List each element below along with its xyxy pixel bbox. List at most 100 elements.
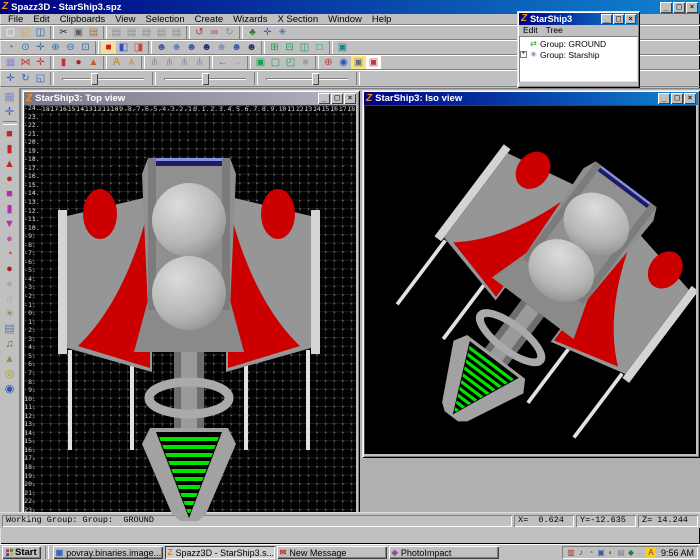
minimize-button[interactable]: _: [660, 2, 672, 13]
redo-icon[interactable]: ↻: [222, 26, 237, 39]
copy-node-icon[interactable]: ▢: [268, 56, 283, 69]
world-icon[interactable]: ◉: [2, 382, 18, 396]
maximize-button[interactable]: □: [613, 14, 624, 24]
detail-slider-1[interactable]: [60, 72, 146, 86]
red-cube-icon[interactable]: ■: [101, 41, 116, 54]
tree-item-1[interactable]: +✳Group: Starship: [520, 49, 637, 60]
checker-sphere-icon[interactable]: ◔: [2, 247, 18, 261]
menu-wizards[interactable]: Wizards: [228, 14, 272, 25]
axis-widget-icon[interactable]: ✛: [260, 26, 275, 39]
close-button[interactable]: ×: [344, 93, 356, 104]
gray-cube-icon[interactable]: ■: [298, 56, 313, 69]
tray-volume-icon[interactable]: ♪: [576, 547, 586, 558]
mini-grid-icon[interactable]: ▦: [2, 90, 18, 104]
menu-tree[interactable]: Tree: [542, 25, 567, 35]
menu-window[interactable]: Window: [323, 14, 367, 25]
hierarchy-4-icon[interactable]: ⋔: [192, 56, 207, 69]
view-top-icon[interactable]: ☻: [214, 41, 229, 54]
close-button[interactable]: ×: [686, 2, 698, 13]
view-hat-icon[interactable]: ☻: [199, 41, 214, 54]
menu-file[interactable]: File: [3, 14, 28, 25]
rotate-tool-icon[interactable]: ↻: [18, 72, 33, 85]
crosshair-icon[interactable]: ✛: [33, 56, 48, 69]
zoom-out-icon[interactable]: ⊖: [63, 41, 78, 54]
axis-rotate-icon[interactable]: ✳: [275, 26, 290, 39]
zoom-tool-icon[interactable]: ⊙: [18, 41, 33, 54]
expand-icon[interactable]: +: [520, 51, 527, 58]
undo-icon[interactable]: ↺: [192, 26, 207, 39]
flame-icon[interactable]: ▲: [86, 56, 101, 69]
paste-special-3-icon[interactable]: ▤: [139, 26, 154, 39]
indent-sphere-icon[interactable]: ●: [2, 262, 18, 276]
minimize-button[interactable]: _: [318, 93, 330, 104]
view-front-icon[interactable]: ☻: [154, 41, 169, 54]
taskbar-button-new-message[interactable]: ✉New Message: [277, 546, 387, 559]
cut-icon[interactable]: ✂: [56, 26, 71, 39]
new-view-window-icon[interactable]: ▣: [335, 41, 350, 54]
iso-view-canvas[interactable]: [364, 105, 696, 454]
material-cube-icon[interactable]: ◧: [116, 41, 131, 54]
backdrop-icon[interactable]: ▤: [2, 322, 18, 336]
viewpoint-icon[interactable]: ◎: [2, 367, 18, 381]
cone-primitive-icon[interactable]: ▲: [2, 157, 18, 171]
paste-special-2-icon[interactable]: ▤: [124, 26, 139, 39]
menu-selection[interactable]: Selection: [141, 14, 190, 25]
extrude-icon[interactable]: ▮: [56, 56, 71, 69]
close-button[interactable]: ×: [684, 93, 696, 104]
cylinder-magenta-icon[interactable]: ▮: [2, 202, 18, 216]
forward-arrow-icon[interactable]: →: [230, 56, 245, 69]
hierarchy-1-icon[interactable]: ⋔: [147, 56, 162, 69]
detail-slider-2[interactable]: [162, 72, 248, 86]
taskbar-button-spazz3d-starship3-s[interactable]: ZSpazz3D - StarShip3.s...: [165, 546, 275, 559]
orbit-view-icon[interactable]: ◔: [3, 41, 18, 54]
minimize-button[interactable]: _: [601, 14, 612, 24]
pyramid-magenta-icon[interactable]: ▼: [2, 217, 18, 231]
view-back-icon[interactable]: ☻: [169, 41, 184, 54]
tray-display-icon[interactable]: ▣: [596, 547, 606, 558]
help-lifesaver-icon[interactable]: ⊕: [321, 56, 336, 69]
red-glasses-icon[interactable]: ∞: [207, 26, 222, 39]
back-arrow-icon[interactable]: ←: [215, 56, 230, 69]
menu-edit[interactable]: Edit: [519, 25, 542, 35]
move-tool-icon[interactable]: ✛: [3, 72, 18, 85]
view-camera-icon[interactable]: ☻: [244, 41, 259, 54]
tray-graphics-icon[interactable]: ◆: [626, 547, 636, 558]
pan-tool-icon[interactable]: ✛: [33, 41, 48, 54]
scene-tree-icon[interactable]: ♣: [245, 26, 260, 39]
zoom-in-icon[interactable]: ⊕: [48, 41, 63, 54]
zoom-extents-icon[interactable]: ⊡: [78, 41, 93, 54]
tray-scheduler-icon[interactable]: ◔: [586, 547, 596, 558]
stop-icon[interactable]: ●: [71, 56, 86, 69]
texture-properties-icon[interactable]: ▣: [366, 56, 381, 69]
view-right-icon[interactable]: ☻: [229, 41, 244, 54]
box-magenta-icon[interactable]: ■: [2, 187, 18, 201]
paste-special-5-icon[interactable]: ▤: [169, 26, 184, 39]
sphere-primitive-icon[interactable]: ●: [2, 172, 18, 186]
menu-x-section[interactable]: X Section: [272, 14, 323, 25]
image-properties-icon[interactable]: ▣: [351, 56, 366, 69]
lathe-vase-icon[interactable]: ●: [2, 232, 18, 246]
detail-slider-3[interactable]: [264, 72, 350, 86]
text-large-icon[interactable]: A: [109, 56, 124, 69]
world-globe-icon[interactable]: ◉: [336, 56, 351, 69]
new-file-icon[interactable]: ▢: [3, 26, 18, 39]
close-button[interactable]: ×: [625, 14, 636, 24]
bulb-light-icon[interactable]: ☼: [2, 292, 18, 306]
paste-special-1-icon[interactable]: ▤: [109, 26, 124, 39]
view-left-icon[interactable]: ☻: [184, 41, 199, 54]
layout-single-icon[interactable]: □: [312, 41, 327, 54]
cylinder-primitive-icon[interactable]: ▮: [2, 142, 18, 156]
copy-branch-icon[interactable]: ▣: [253, 56, 268, 69]
tree-window-titlebar[interactable]: Z StarShip3 _ □ ×: [519, 13, 638, 25]
cube-primitive-icon[interactable]: ■: [2, 127, 18, 141]
menu-create[interactable]: Create: [190, 14, 229, 25]
terrain-icon[interactable]: ▲: [2, 352, 18, 366]
save-icon[interactable]: ◫: [33, 26, 48, 39]
render-camera-icon[interactable]: ◨: [131, 41, 146, 54]
minimize-button[interactable]: _: [658, 93, 670, 104]
menu-help[interactable]: Help: [367, 14, 397, 25]
taskbar-button-photoimpact[interactable]: ◈PhotoImpact: [389, 546, 499, 559]
tray-update-icon[interactable]: ←: [636, 547, 646, 558]
start-button[interactable]: Start: [2, 546, 41, 559]
menu-clipboards[interactable]: Clipboards: [55, 14, 110, 25]
